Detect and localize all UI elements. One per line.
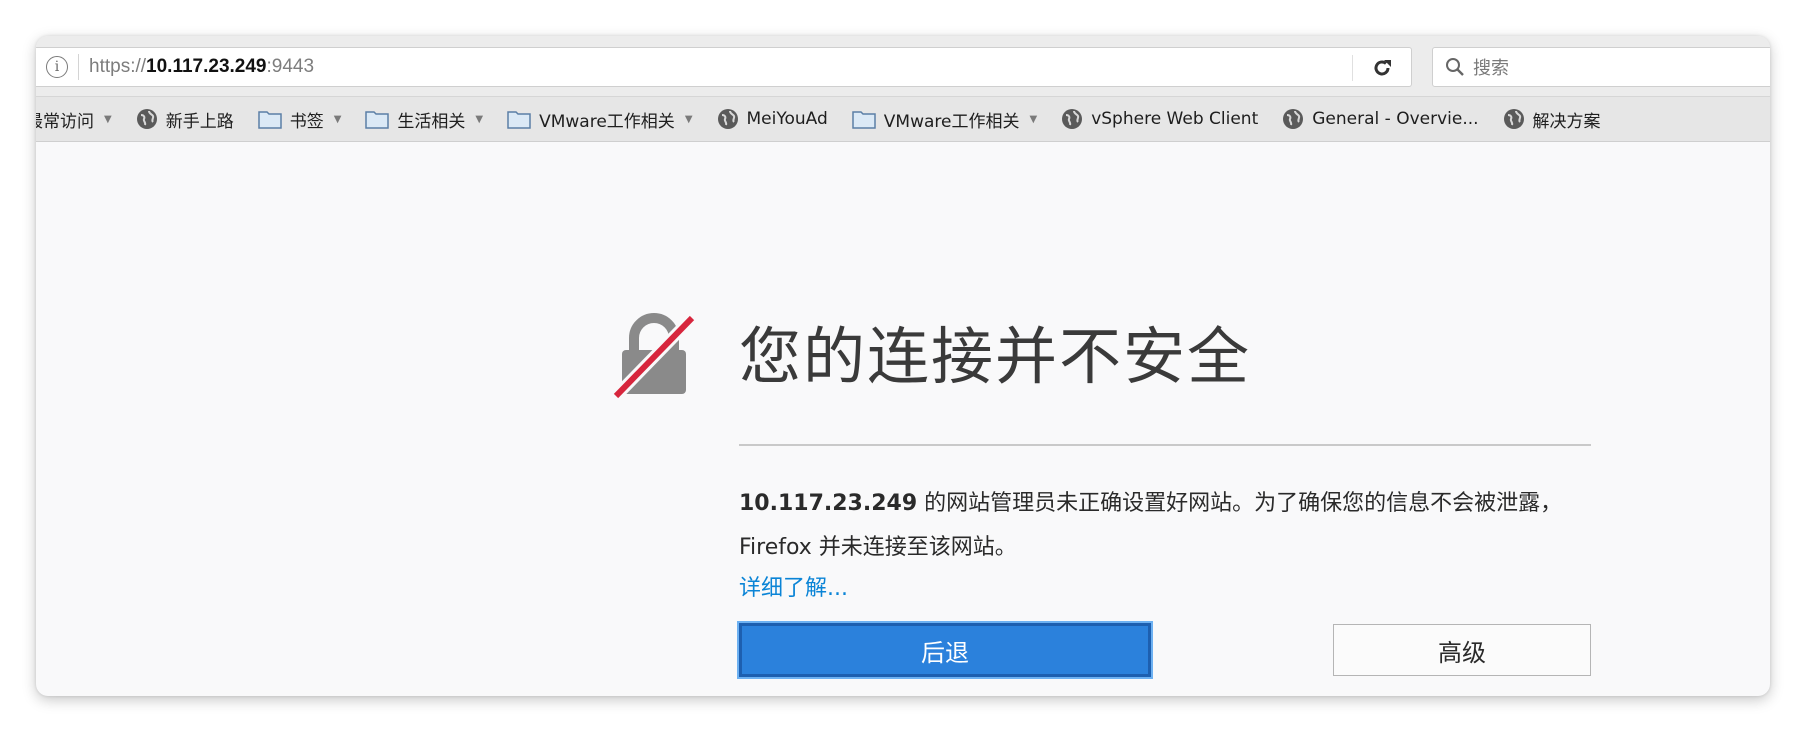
error-description: 10.117.23.249 的网站管理员未正确设置好网站。为了确保您的信息不会被…	[739, 482, 1599, 570]
globe-icon	[136, 108, 158, 130]
url-right-separator	[1352, 55, 1353, 81]
insecure-lock-icon	[608, 308, 700, 404]
bookmark-most-visited[interactable]: 最常访问 ▼	[36, 97, 124, 141]
advanced-button[interactable]: 高级	[1333, 624, 1591, 676]
bookmark-label: vSphere Web Client	[1091, 109, 1259, 129]
globe-icon	[1061, 108, 1083, 130]
bookmark-label: 书签	[289, 111, 324, 132]
chevron-down-icon: ▼	[475, 113, 484, 125]
bookmark-meiyouad[interactable]: MeiYouAd	[705, 97, 840, 141]
bookmark-label: 解决方案	[1532, 111, 1601, 132]
title-divider	[739, 444, 1591, 446]
chevron-down-icon: ▼	[333, 113, 342, 125]
url-separator	[78, 54, 79, 80]
url-port: :9443	[266, 56, 315, 77]
bookmark-vsphere-web-client[interactable]: vSphere Web Client	[1049, 97, 1270, 141]
bookmark-label: MeiYouAd	[746, 109, 828, 129]
chevron-down-icon: ▼	[684, 113, 693, 125]
folder-icon	[257, 109, 282, 129]
go-back-button[interactable]: 后退	[739, 623, 1151, 677]
reload-icon[interactable]	[1363, 52, 1401, 84]
bookmark-solutions[interactable]: 解决方案	[1491, 97, 1613, 141]
globe-icon	[1282, 108, 1304, 130]
navigation-bar: i https://10.117.23.249:9443 搜索	[36, 36, 1770, 97]
bookmark-label: General - Overvie...	[1312, 109, 1479, 129]
globe-icon	[717, 108, 739, 130]
chevron-down-icon: ▼	[1029, 113, 1038, 125]
bookmark-general-overview[interactable]: General - Overvie...	[1270, 97, 1490, 141]
error-page: 您的连接并不安全 10.117.23.249 的网站管理员未正确设置好网站。为了…	[36, 142, 1770, 696]
globe-icon	[1503, 108, 1525, 130]
folder-icon	[365, 109, 390, 129]
url-scheme: https://	[89, 56, 147, 77]
bookmark-folder-vmware-work[interactable]: VMware工作相关 ▼	[495, 97, 704, 141]
chevron-down-icon: ▼	[104, 113, 112, 125]
bookmark-folder-life[interactable]: 生活相关 ▼	[353, 97, 495, 141]
search-icon	[1445, 57, 1465, 77]
bookmark-getting-started[interactable]: 新手上路	[124, 97, 246, 141]
bookmark-label: 新手上路	[165, 111, 234, 132]
url-bar[interactable]: i https://10.117.23.249:9443	[36, 47, 1412, 87]
learn-more-link[interactable]: 详细了解...	[739, 570, 848, 602]
bookmark-folder-vmware-work-2[interactable]: VMware工作相关 ▼	[840, 97, 1049, 141]
bookmark-label: 最常访问	[36, 111, 94, 132]
browser-window: i https://10.117.23.249:9443 搜索 最	[36, 36, 1770, 696]
page-title: 您的连接并不安全	[739, 320, 1252, 393]
bookmark-label: 生活相关	[397, 111, 466, 132]
bookmarks-toolbar: 最常访问 ▼ 新手上路 书签 ▼ 生活相关 ▼ VM	[36, 97, 1770, 142]
bookmark-label: VMware工作相关	[883, 111, 1020, 132]
bookmark-label: VMware工作相关	[539, 111, 675, 132]
url-host: 10.117.23.249	[146, 56, 267, 77]
url-text[interactable]: https://10.117.23.249:9443	[89, 56, 314, 78]
folder-icon	[507, 109, 531, 129]
search-placeholder: 搜索	[1473, 58, 1509, 79]
error-host: 10.117.23.249	[739, 491, 918, 516]
search-bar[interactable]: 搜索	[1432, 47, 1770, 87]
folder-icon	[852, 109, 876, 129]
info-icon[interactable]: i	[46, 56, 68, 78]
bookmark-folder-bookmarks[interactable]: 书签 ▼	[246, 97, 354, 141]
